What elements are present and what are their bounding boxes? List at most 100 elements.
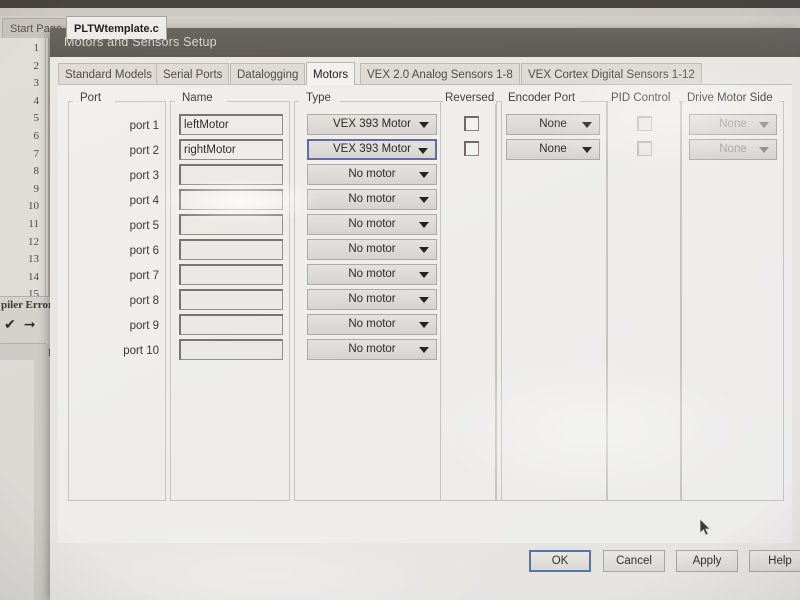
- port-label: port 10: [123, 345, 159, 357]
- motor-type-value: No motor: [348, 193, 396, 205]
- motor-type-value: No motor: [348, 168, 396, 180]
- encoder-port-select[interactable]: None: [506, 114, 600, 135]
- compiler-errors-label: piler Errors: [1, 299, 58, 311]
- line-number: 14: [28, 270, 39, 283]
- line-number: 12: [28, 235, 39, 248]
- tab-datalogging[interactable]: Datalogging: [230, 63, 306, 84]
- chevron-down-icon: [419, 222, 429, 228]
- column-header-drive-motor-side: Drive Motor Side: [685, 92, 778, 104]
- group-reversed: Reversed: [440, 92, 502, 501]
- cancel-button[interactable]: Cancel: [603, 550, 665, 572]
- port-label: port 5: [129, 220, 159, 232]
- chevron-down-icon: [419, 297, 429, 303]
- name-input[interactable]: [179, 214, 283, 235]
- line-number: 7: [33, 147, 40, 160]
- port-label: port 7: [129, 270, 159, 282]
- port-label: port 2: [129, 145, 159, 157]
- line-number: 8: [33, 165, 40, 178]
- drive-motor-side-select[interactable]: None: [689, 114, 777, 135]
- ok-button[interactable]: OK: [529, 550, 591, 572]
- line-number: 13: [28, 253, 39, 266]
- ide-tab-pltwtemplate[interactable]: PLTWtemplate.c: [66, 16, 167, 39]
- motors-sensors-setup-dialog: Motors and Sensors Setup Standard Models…: [50, 28, 800, 600]
- chevron-down-icon: [582, 122, 592, 128]
- column-header-type: Type: [304, 92, 336, 104]
- encoder-port-value: None: [539, 118, 567, 130]
- chevron-down-icon: [759, 122, 769, 128]
- motor-type-value: No motor: [348, 268, 396, 280]
- editor-line-number-gutter: 1 2 3 4 5 6 7 8 9 10 11 12 13 14 15: [0, 38, 46, 308]
- drive-motor-side-select[interactable]: None: [689, 139, 777, 160]
- tab-standard-models[interactable]: Standard Models: [58, 63, 159, 84]
- screen: Start Page PLTWtemplate.c 1 2 3 4 5 6 7 …: [0, 0, 800, 600]
- motor-type-select[interactable]: No motor: [307, 214, 437, 235]
- motors-panel: Port port 1 port 2 port 3 port 4 port 5 …: [58, 85, 792, 543]
- column-header-pid-control: PID Control: [609, 92, 676, 104]
- port-label: port 6: [129, 245, 159, 257]
- motor-type-select[interactable]: No motor: [307, 164, 437, 185]
- reversed-checkbox[interactable]: [464, 141, 479, 156]
- encoder-port-value: None: [539, 143, 567, 155]
- motor-type-select[interactable]: No motor: [307, 239, 437, 260]
- reversed-checkbox[interactable]: [464, 116, 479, 131]
- motor-type-select[interactable]: No motor: [307, 289, 437, 310]
- port-label: port 9: [129, 320, 159, 332]
- group-encoder-port: Encoder Port None None: [496, 92, 608, 501]
- chevron-down-icon: [582, 147, 592, 153]
- group-name: Name leftMotor rightMotor: [170, 92, 290, 501]
- port-label: port 1: [129, 120, 159, 132]
- compiler-errors-panel: piler Errors ✔ ➞: [0, 296, 58, 344]
- chevron-down-icon: [418, 148, 428, 154]
- motor-type-value: VEX 393 Motor: [333, 118, 411, 130]
- group-port: Port port 1 port 2 port 3 port 4 port 5 …: [68, 92, 166, 501]
- motor-type-select[interactable]: No motor: [307, 264, 437, 285]
- name-input[interactable]: leftMotor: [179, 114, 283, 135]
- motor-type-value: VEX 393 Motor: [333, 143, 411, 155]
- name-input[interactable]: [179, 339, 283, 360]
- name-input[interactable]: [179, 189, 283, 210]
- line-number: 1: [33, 42, 40, 54]
- column-header-encoder-port: Encoder Port: [506, 92, 581, 104]
- column-header-port: Port: [78, 92, 107, 104]
- compiler-errors-toolbar: ✔ ➞: [4, 317, 35, 331]
- motor-type-value: No motor: [348, 343, 396, 355]
- drive-motor-side-value: None: [719, 143, 747, 155]
- chevron-down-icon: [419, 122, 429, 128]
- line-number: 4: [33, 94, 40, 107]
- line-number: 9: [33, 182, 40, 195]
- motor-type-select[interactable]: No motor: [307, 339, 437, 360]
- encoder-port-select[interactable]: None: [506, 139, 600, 160]
- check-icon[interactable]: ✔: [4, 317, 16, 331]
- name-input[interactable]: [179, 314, 283, 335]
- motor-type-value: No motor: [348, 243, 396, 255]
- name-input[interactable]: [179, 239, 283, 260]
- chevron-down-icon: [419, 247, 429, 253]
- tab-vex-analog-sensors[interactable]: VEX 2.0 Analog Sensors 1-8: [360, 63, 520, 84]
- name-input[interactable]: [179, 164, 283, 185]
- motor-type-select[interactable]: No motor: [307, 189, 437, 210]
- motor-type-value: No motor: [348, 318, 396, 330]
- pid-control-checkbox[interactable]: [637, 141, 652, 156]
- line-number: 6: [33, 129, 40, 142]
- help-button[interactable]: Help: [749, 550, 800, 572]
- motor-type-select[interactable]: VEX 393 Motor: [307, 139, 437, 160]
- group-drive-motor-side: Drive Motor Side None None: [680, 92, 784, 501]
- line-number: 3: [33, 77, 40, 90]
- line-number: 10: [28, 200, 39, 213]
- motor-type-select[interactable]: VEX 393 Motor: [307, 114, 437, 135]
- ide-lower-panel-inner: [0, 360, 34, 600]
- column-header-name: Name: [180, 92, 218, 104]
- name-input[interactable]: rightMotor: [179, 139, 283, 160]
- arrow-right-icon[interactable]: ➞: [24, 317, 36, 331]
- tab-serial-ports[interactable]: Serial Ports: [156, 63, 230, 84]
- line-number: 5: [33, 112, 40, 125]
- name-input[interactable]: [179, 289, 283, 310]
- tab-motors[interactable]: Motors: [306, 62, 356, 85]
- motor-type-select[interactable]: No motor: [307, 314, 437, 335]
- name-input[interactable]: [179, 264, 283, 285]
- tab-vex-digital-sensors[interactable]: VEX Cortex Digital Sensors 1-12: [521, 63, 702, 84]
- line-number: 2: [33, 59, 40, 72]
- chevron-down-icon: [419, 197, 429, 203]
- pid-control-checkbox[interactable]: [637, 116, 652, 131]
- apply-button[interactable]: Apply: [676, 550, 738, 572]
